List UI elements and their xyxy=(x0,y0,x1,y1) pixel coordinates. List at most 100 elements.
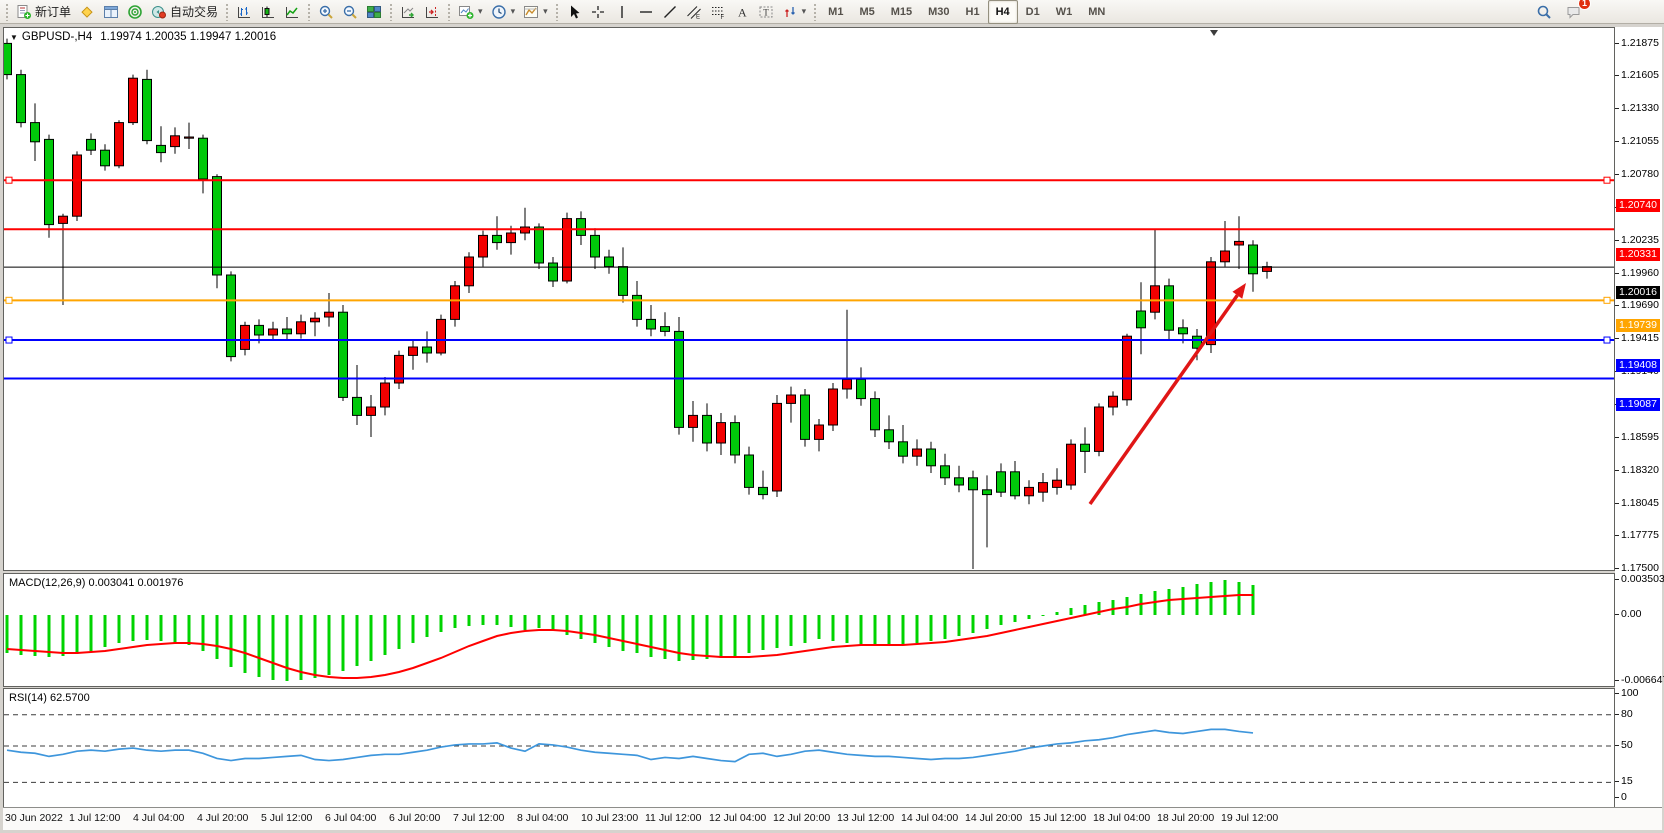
symbol-dropdown-icon[interactable]: ▼ xyxy=(10,33,18,42)
candle xyxy=(1235,216,1244,269)
text-label-button[interactable]: T xyxy=(754,0,778,24)
tf-mn[interactable]: MN xyxy=(1080,0,1113,24)
axis-tick xyxy=(1615,141,1619,142)
tf-m1[interactable]: M1 xyxy=(820,0,851,24)
tf-m15-label: M15 xyxy=(887,4,916,20)
tf-m15[interactable]: M15 xyxy=(883,0,920,24)
new-order-button-label: 新订单 xyxy=(35,3,71,20)
cursor-icon xyxy=(566,4,582,20)
navigator-button[interactable] xyxy=(123,0,147,24)
macd-pane[interactable]: MACD(12,26,9) 0.003041 0.001976 xyxy=(3,573,1615,687)
axis-tick xyxy=(1615,43,1619,44)
ohlc-low: 1.19947 xyxy=(190,31,232,43)
candle xyxy=(451,281,460,327)
line-handle[interactable] xyxy=(6,177,12,183)
trendline-button[interactable] xyxy=(658,0,682,24)
periods-button[interactable]: ▾ xyxy=(487,0,520,24)
toolbar-right-group: 1 xyxy=(1532,0,1586,24)
candle xyxy=(241,322,250,356)
chart-shift-button[interactable] xyxy=(420,0,444,24)
vertical-line-button[interactable] xyxy=(610,0,634,24)
candle xyxy=(689,401,698,442)
price-tick-label: 1.18320 xyxy=(1621,464,1659,476)
line-chart-button[interactable] xyxy=(280,0,304,24)
templates-button[interactable]: ▾ xyxy=(519,0,552,24)
chart-profile-button[interactable] xyxy=(75,0,99,24)
candle xyxy=(955,466,964,492)
candle xyxy=(787,387,796,423)
indicators-button[interactable]: ▾ xyxy=(454,0,487,24)
dropdown-arrow-icon[interactable]: ▾ xyxy=(511,6,516,17)
tf-h4[interactable]: H4 xyxy=(988,0,1018,24)
chart-shift-marker-icon[interactable] xyxy=(1210,30,1218,36)
rsi-line xyxy=(7,729,1253,761)
line-handle[interactable] xyxy=(1604,177,1610,183)
axis-tick xyxy=(1615,568,1619,569)
dropdown-arrow-icon[interactable]: ▾ xyxy=(478,6,483,17)
rsi-name: RSI(14) xyxy=(9,692,47,704)
cursor-button[interactable] xyxy=(562,0,586,24)
time-tick-label: 4 Jul 04:00 xyxy=(133,812,184,824)
vline-icon xyxy=(614,4,630,20)
tf-d1[interactable]: D1 xyxy=(1018,0,1048,24)
dropdown-arrow-icon[interactable]: ▾ xyxy=(802,6,807,17)
candle xyxy=(913,439,922,465)
candle xyxy=(997,463,1006,497)
line-handle[interactable] xyxy=(1604,337,1610,343)
toolbar-grip xyxy=(447,3,451,21)
notifications-button[interactable]: 1 xyxy=(1562,0,1586,24)
tf-mn-label: MN xyxy=(1084,4,1109,20)
equidistant-channel-button[interactable]: E xyxy=(682,0,706,24)
axis-tick xyxy=(1615,174,1619,175)
profile-icon xyxy=(79,4,95,20)
time-tick-label: 10 Jul 23:00 xyxy=(581,812,638,824)
crosshair-button[interactable] xyxy=(586,0,610,24)
axis-tick xyxy=(1615,693,1619,694)
text-button[interactable]: A xyxy=(730,0,754,24)
candle xyxy=(269,322,278,341)
zoom-in-button[interactable] xyxy=(314,0,338,24)
candlestick-button[interactable] xyxy=(256,0,280,24)
candle xyxy=(367,395,376,437)
autotrade-button[interactable]: 自动交易 xyxy=(147,0,222,24)
line-handle[interactable] xyxy=(6,337,12,343)
candle xyxy=(661,312,670,336)
main-chart-pane[interactable]: ▼GBPUSD-,H41.19974 1.20035 1.19947 1.200… xyxy=(3,27,1615,571)
dropdown-arrow-icon[interactable]: ▾ xyxy=(543,6,548,17)
price-tick-label: 1.17775 xyxy=(1621,529,1659,541)
macd-tick-label: 0.00 xyxy=(1621,608,1641,620)
candle xyxy=(1095,403,1104,456)
candle xyxy=(633,281,642,327)
price-axis[interactable]: 1.218751.216051.213301.210551.207801.205… xyxy=(1615,27,1662,808)
notification-badge: 1 xyxy=(1578,0,1591,10)
market-watch-icon xyxy=(103,4,119,20)
candle xyxy=(353,365,362,425)
candle xyxy=(857,367,866,405)
arrows-button[interactable]: ▾ xyxy=(778,0,811,24)
search-button[interactable] xyxy=(1532,0,1556,24)
zoom-out-button[interactable] xyxy=(338,0,362,24)
tf-w1[interactable]: W1 xyxy=(1048,0,1081,24)
candle xyxy=(31,103,40,161)
add-indicator-icon xyxy=(458,4,474,20)
line-handle[interactable] xyxy=(1604,297,1610,303)
fibonacci-button[interactable]: F xyxy=(706,0,730,24)
price-tick-label: 1.21055 xyxy=(1621,135,1659,147)
tf-m5[interactable]: M5 xyxy=(851,0,882,24)
horizontal-line-button[interactable] xyxy=(634,0,658,24)
time-tick-label: 18 Jul 20:00 xyxy=(1157,812,1214,824)
tile-windows-button[interactable] xyxy=(362,0,386,24)
autotrade-button-label: 自动交易 xyxy=(170,3,218,20)
macd-tick-label: 0.003503 xyxy=(1621,573,1664,585)
market-watch-button[interactable] xyxy=(99,0,123,24)
rsi-pane[interactable]: RSI(14) 62.5700 xyxy=(3,688,1615,808)
tf-h1[interactable]: H1 xyxy=(958,0,988,24)
tf-h4-label: H4 xyxy=(992,4,1014,20)
bar-chart-button[interactable] xyxy=(232,0,256,24)
tf-m30[interactable]: M30 xyxy=(920,0,957,24)
time-axis[interactable]: 30 Jun 20221 Jul 12:004 Jul 04:004 Jul 2… xyxy=(3,807,1662,830)
line-handle[interactable] xyxy=(6,297,12,303)
new-order-button[interactable]: 新订单 xyxy=(12,0,75,24)
auto-scroll-button[interactable] xyxy=(396,0,420,24)
price-tick-label: 1.20235 xyxy=(1621,234,1659,246)
